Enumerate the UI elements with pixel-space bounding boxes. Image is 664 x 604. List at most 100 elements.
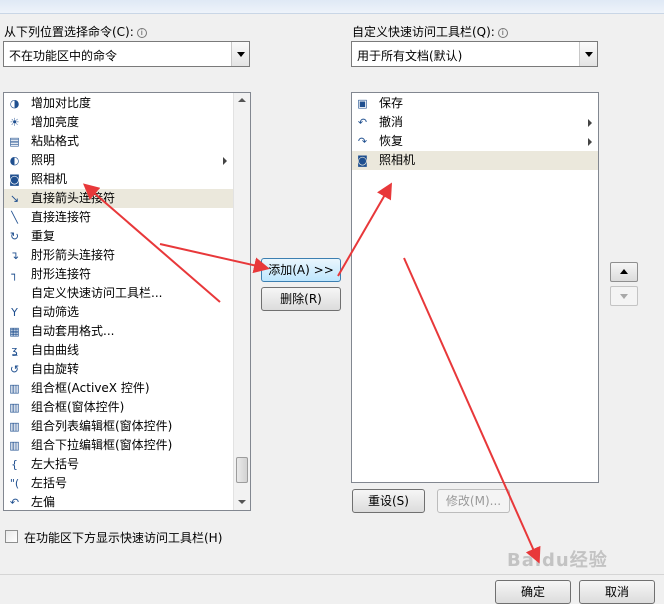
command-list-item[interactable]: ▥ 组合框(窗体控件) [4,398,233,417]
left-offset-icon: ↶ [9,496,20,509]
ok-button[interactable]: 确定 [495,580,571,604]
commands-source-value: 不在功能区中的命令 [9,49,118,63]
commands-scrollbar[interactable] [233,93,250,510]
command-list-item-label: 重复 [31,229,56,243]
free-rotate-icon: ↺ [9,363,20,376]
command-list-item-label: 组合框(ActiveX 控件) [31,381,150,395]
command-list-item[interactable]: ▥ 组合列表编辑框(窗体控件) [4,417,233,436]
available-commands-list[interactable]: ↶ 左偏 "( 左括号 { 左大括号 ▥ 组合下拉编辑框(窗体控件) ▥ 组合列表编辑框(窗体控件… [3,92,251,511]
elbow-arrow-connector-icon: ↴ [9,249,20,262]
command-list-item-label: 粘贴格式 [31,134,80,148]
info-icon: i [497,28,508,38]
command-list-item-label: 左括号 [31,476,68,490]
qat-list-item[interactable]: ↷ 恢复 [352,132,598,151]
command-list-item[interactable]: 自定义快速访问工具栏... [4,284,233,303]
chevron-down-icon[interactable] [579,42,597,66]
commands-source-dropdown[interactable]: 不在功能区中的命令 [3,41,250,67]
command-list-item-label: 肘形连接符 [31,267,92,281]
command-list-item[interactable]: ↘ 直接箭头连接符 [4,189,233,208]
command-list-item-label: 自动筛选 [31,305,80,319]
command-list-item[interactable]: Y 自动筛选 [4,303,233,322]
add-button[interactable]: 添加(A) >> [261,258,341,282]
command-list-item[interactable]: ↺ 自由旋转 [4,360,233,379]
command-list-item[interactable]: ▥ 组合框(ActiveX 控件) [4,379,233,398]
remove-button[interactable]: 删除(R) [261,287,341,311]
left-paren-icon: "( [9,477,20,490]
undo-icon: ↶ [357,116,368,129]
repeat-icon: ↻ [9,230,20,243]
scroll-thumb[interactable] [236,457,248,483]
list-edit-combobox-icon: ▥ [9,420,20,433]
command-list-item-label: 直接箭头连接符 [31,191,116,205]
submenu-arrow-icon [588,119,592,127]
command-list-item[interactable]: { 左大括号 [4,455,233,474]
show-below-ribbon-label: 在功能区下方显示快速访问工具栏(H) [24,531,223,545]
command-list-item[interactable]: ◙ 照相机 [4,170,233,189]
command-list-item[interactable]: ▤ 粘贴格式 [4,132,233,151]
window-title-band [0,0,664,14]
command-list-item[interactable]: ╲ 直接连接符 [4,208,233,227]
command-list-item[interactable]: ▥ 组合下拉编辑框(窗体控件) [4,436,233,455]
qat-list-item[interactable]: ↶ 撤消 [352,113,598,132]
combobox-form-icon: ▥ [9,401,20,414]
show-below-ribbon-checkbox[interactable] [5,530,18,543]
command-list-item[interactable]: ◑ 增加对比度 [4,94,233,113]
command-list-item-label: 照相机 [31,172,68,186]
choose-commands-label: 从下列位置选择命令(C): i [4,23,147,40]
command-list-item-label: 增加对比度 [31,96,92,110]
save-icon: ▣ [357,97,368,110]
command-list-item-label: 自定义快速访问工具栏... [31,286,163,300]
info-icon: i [136,28,147,38]
command-list-item-label: 直接连接符 [31,210,92,224]
qat-list-item[interactable]: ◙ 照相机 [352,151,598,170]
arrow-connector-icon: ↘ [9,192,20,205]
straight-connector-icon: ╲ [11,211,18,224]
dropdown-edit-combobox-icon: ▥ [9,439,20,452]
cancel-button[interactable]: 取消 [579,580,655,604]
command-list-item[interactable]: ʓ 自由曲线 [4,341,233,360]
paste-format-icon: ▤ [9,135,20,148]
qat-scope-value: 用于所有文档(默认) [357,49,463,63]
move-down-button[interactable] [610,286,638,306]
command-list-item-label: 组合列表编辑框(窗体控件) [31,419,173,433]
redo-icon: ↷ [357,135,368,148]
qat-scope-dropdown[interactable]: 用于所有文档(默认) [351,41,598,67]
move-up-button[interactable] [610,262,638,282]
scroll-up-icon[interactable] [234,93,250,109]
command-list-item[interactable]: ▦ 自动套用格式... [4,322,233,341]
submenu-arrow-icon [223,157,227,165]
command-list-item-label: 自由旋转 [31,362,80,376]
command-list-item[interactable]: ↻ 重复 [4,227,233,246]
contrast-icon: ◑ [9,97,20,110]
command-list-item[interactable]: ↴ 肘形箭头连接符 [4,246,233,265]
autoformat-icon: ▦ [9,325,20,338]
qat-items-list[interactable]: ◙ 照相机 ↷ 恢复 ↶ 撤消 ▣ 保存 [351,92,599,483]
command-list-item-label: 照明 [31,153,56,167]
autofilter-icon: Y [11,306,18,319]
elbow-connector-icon: ┐ [11,268,18,281]
lighting-icon: ◐ [9,154,20,167]
command-list-item-label: 组合下拉编辑框(窗体控件) [31,438,173,452]
command-list-item-label: 自动套用格式... [31,324,115,338]
choose-commands-label-text: 从下列位置选择命令(C): [4,25,134,39]
left-brace-icon: { [11,458,18,471]
brightness-icon: ☀ [9,116,20,129]
reset-button[interactable]: 重设(S) [352,489,425,513]
qat-list-item[interactable]: ▣ 保存 [352,94,598,113]
chevron-down-icon[interactable] [231,42,249,66]
modify-button[interactable]: 修改(M)... [437,489,510,513]
command-list-item-label: 左偏 [31,495,56,509]
freeform-icon: ʓ [11,344,18,357]
command-list-item[interactable]: ◐ 照明 [4,151,233,170]
camera-icon: ◙ [9,173,20,186]
command-list-item[interactable]: ☀ 增加亮度 [4,113,233,132]
command-list-item[interactable]: "( 左括号 [4,474,233,493]
command-list-item[interactable]: ↶ 左偏 [4,493,233,510]
customize-qat-label: 自定义快速访问工具栏(Q): i [352,23,508,40]
blank-icon [7,286,22,301]
command-list-item[interactable]: ┐ 肘形连接符 [4,265,233,284]
scroll-down-icon[interactable] [234,494,250,510]
camera-icon: ◙ [357,154,368,167]
combobox-activex-icon: ▥ [9,382,20,395]
command-list-item-label: 左大括号 [31,457,80,471]
